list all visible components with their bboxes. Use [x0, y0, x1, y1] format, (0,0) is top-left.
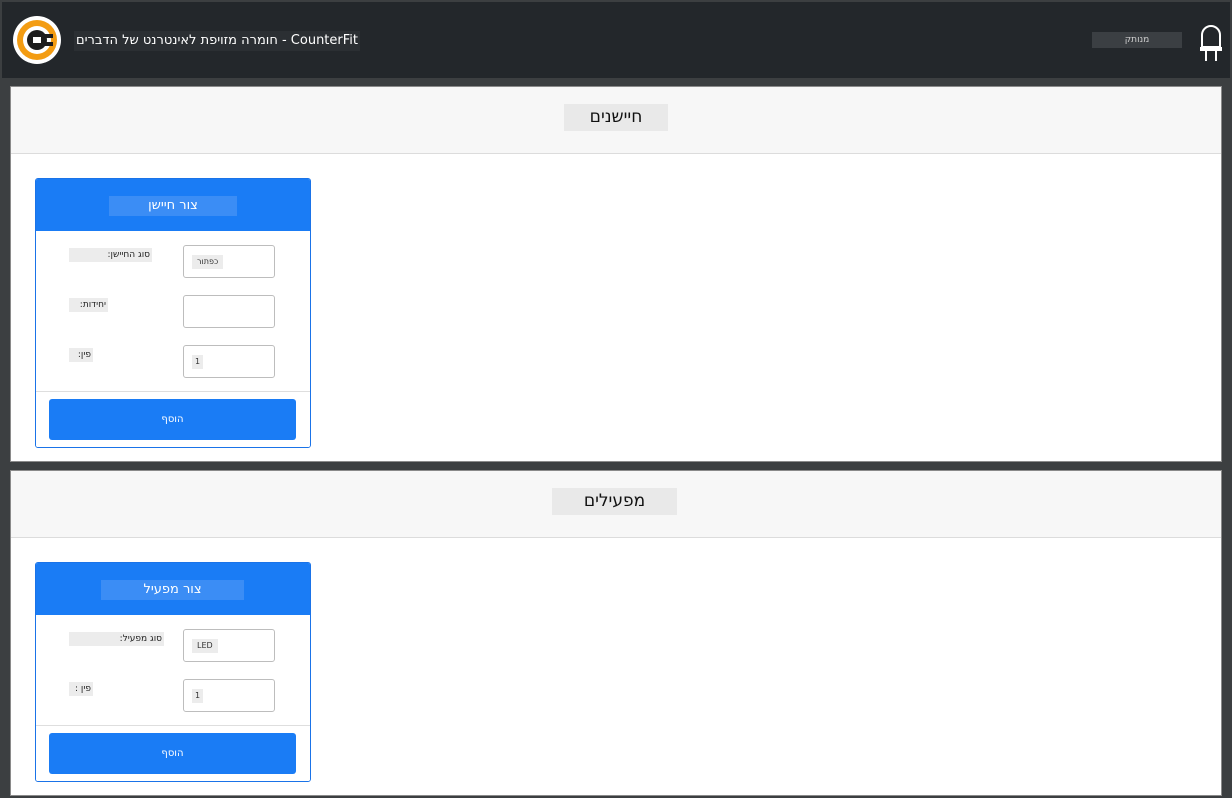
create-actuator-footer: הוסף [36, 725, 310, 781]
create-actuator-card: צור מפעיל סוג מפעיל: LED פין : 1 הוסף [35, 562, 311, 782]
app-title: CounterFit - חומרה מזויפת לאינטרנט של הד… [74, 31, 360, 51]
sensor-type-label: סוג החיישן: [69, 248, 152, 262]
add-sensor-button[interactable]: הוסף [49, 399, 296, 440]
connection-status: מנותק [1092, 32, 1182, 48]
actuators-panel: מפעילים צור מפעיל סוג מפעיל: LED פין : 1… [10, 470, 1222, 796]
actuators-heading: מפעילים [552, 488, 677, 515]
actuator-type-value: LED [192, 639, 218, 653]
actuators-panel-header: מפעילים [11, 471, 1221, 538]
counterfit-logo-icon [13, 16, 61, 64]
create-sensor-footer: הוסף [36, 391, 310, 447]
sensors-panel-header: חיישנים [11, 87, 1221, 154]
led-bulb-icon [1200, 25, 1222, 61]
actuator-type-select[interactable]: LED [183, 629, 275, 662]
create-actuator-card-header: צור מפעיל [36, 563, 310, 615]
top-bar: CounterFit - חומרה מזויפת לאינטרנט של הד… [2, 2, 1230, 78]
sensor-units-label: יחידות: [69, 298, 108, 312]
sensor-type-value: כפתור [192, 255, 224, 269]
sensor-pin-label: פין: [69, 348, 93, 362]
sensor-pin-value: 1 [192, 355, 204, 369]
sensor-type-select[interactable]: כפתור [183, 245, 275, 278]
sensors-heading: חיישנים [564, 104, 668, 131]
sensor-pin-input[interactable]: 1 [183, 345, 275, 378]
create-sensor-card-header: צור חיישן [36, 179, 310, 231]
actuator-pin-input[interactable]: 1 [183, 679, 275, 712]
create-sensor-card: צור חיישן סוג החיישן: כפתור יחידות: פין:… [35, 178, 311, 448]
add-actuator-button[interactable]: הוסף [49, 733, 296, 774]
sensors-panel: חיישנים צור חיישן סוג החיישן: כפתור יחיד… [10, 86, 1222, 462]
sensor-units-select[interactable] [183, 295, 275, 328]
actuator-pin-value: 1 [192, 689, 204, 703]
create-sensor-title: צור חיישן [109, 196, 237, 216]
actuator-type-label: סוג מפעיל: [69, 632, 164, 646]
actuator-pin-label: פין : [69, 682, 93, 696]
create-actuator-title: צור מפעיל [101, 580, 244, 600]
